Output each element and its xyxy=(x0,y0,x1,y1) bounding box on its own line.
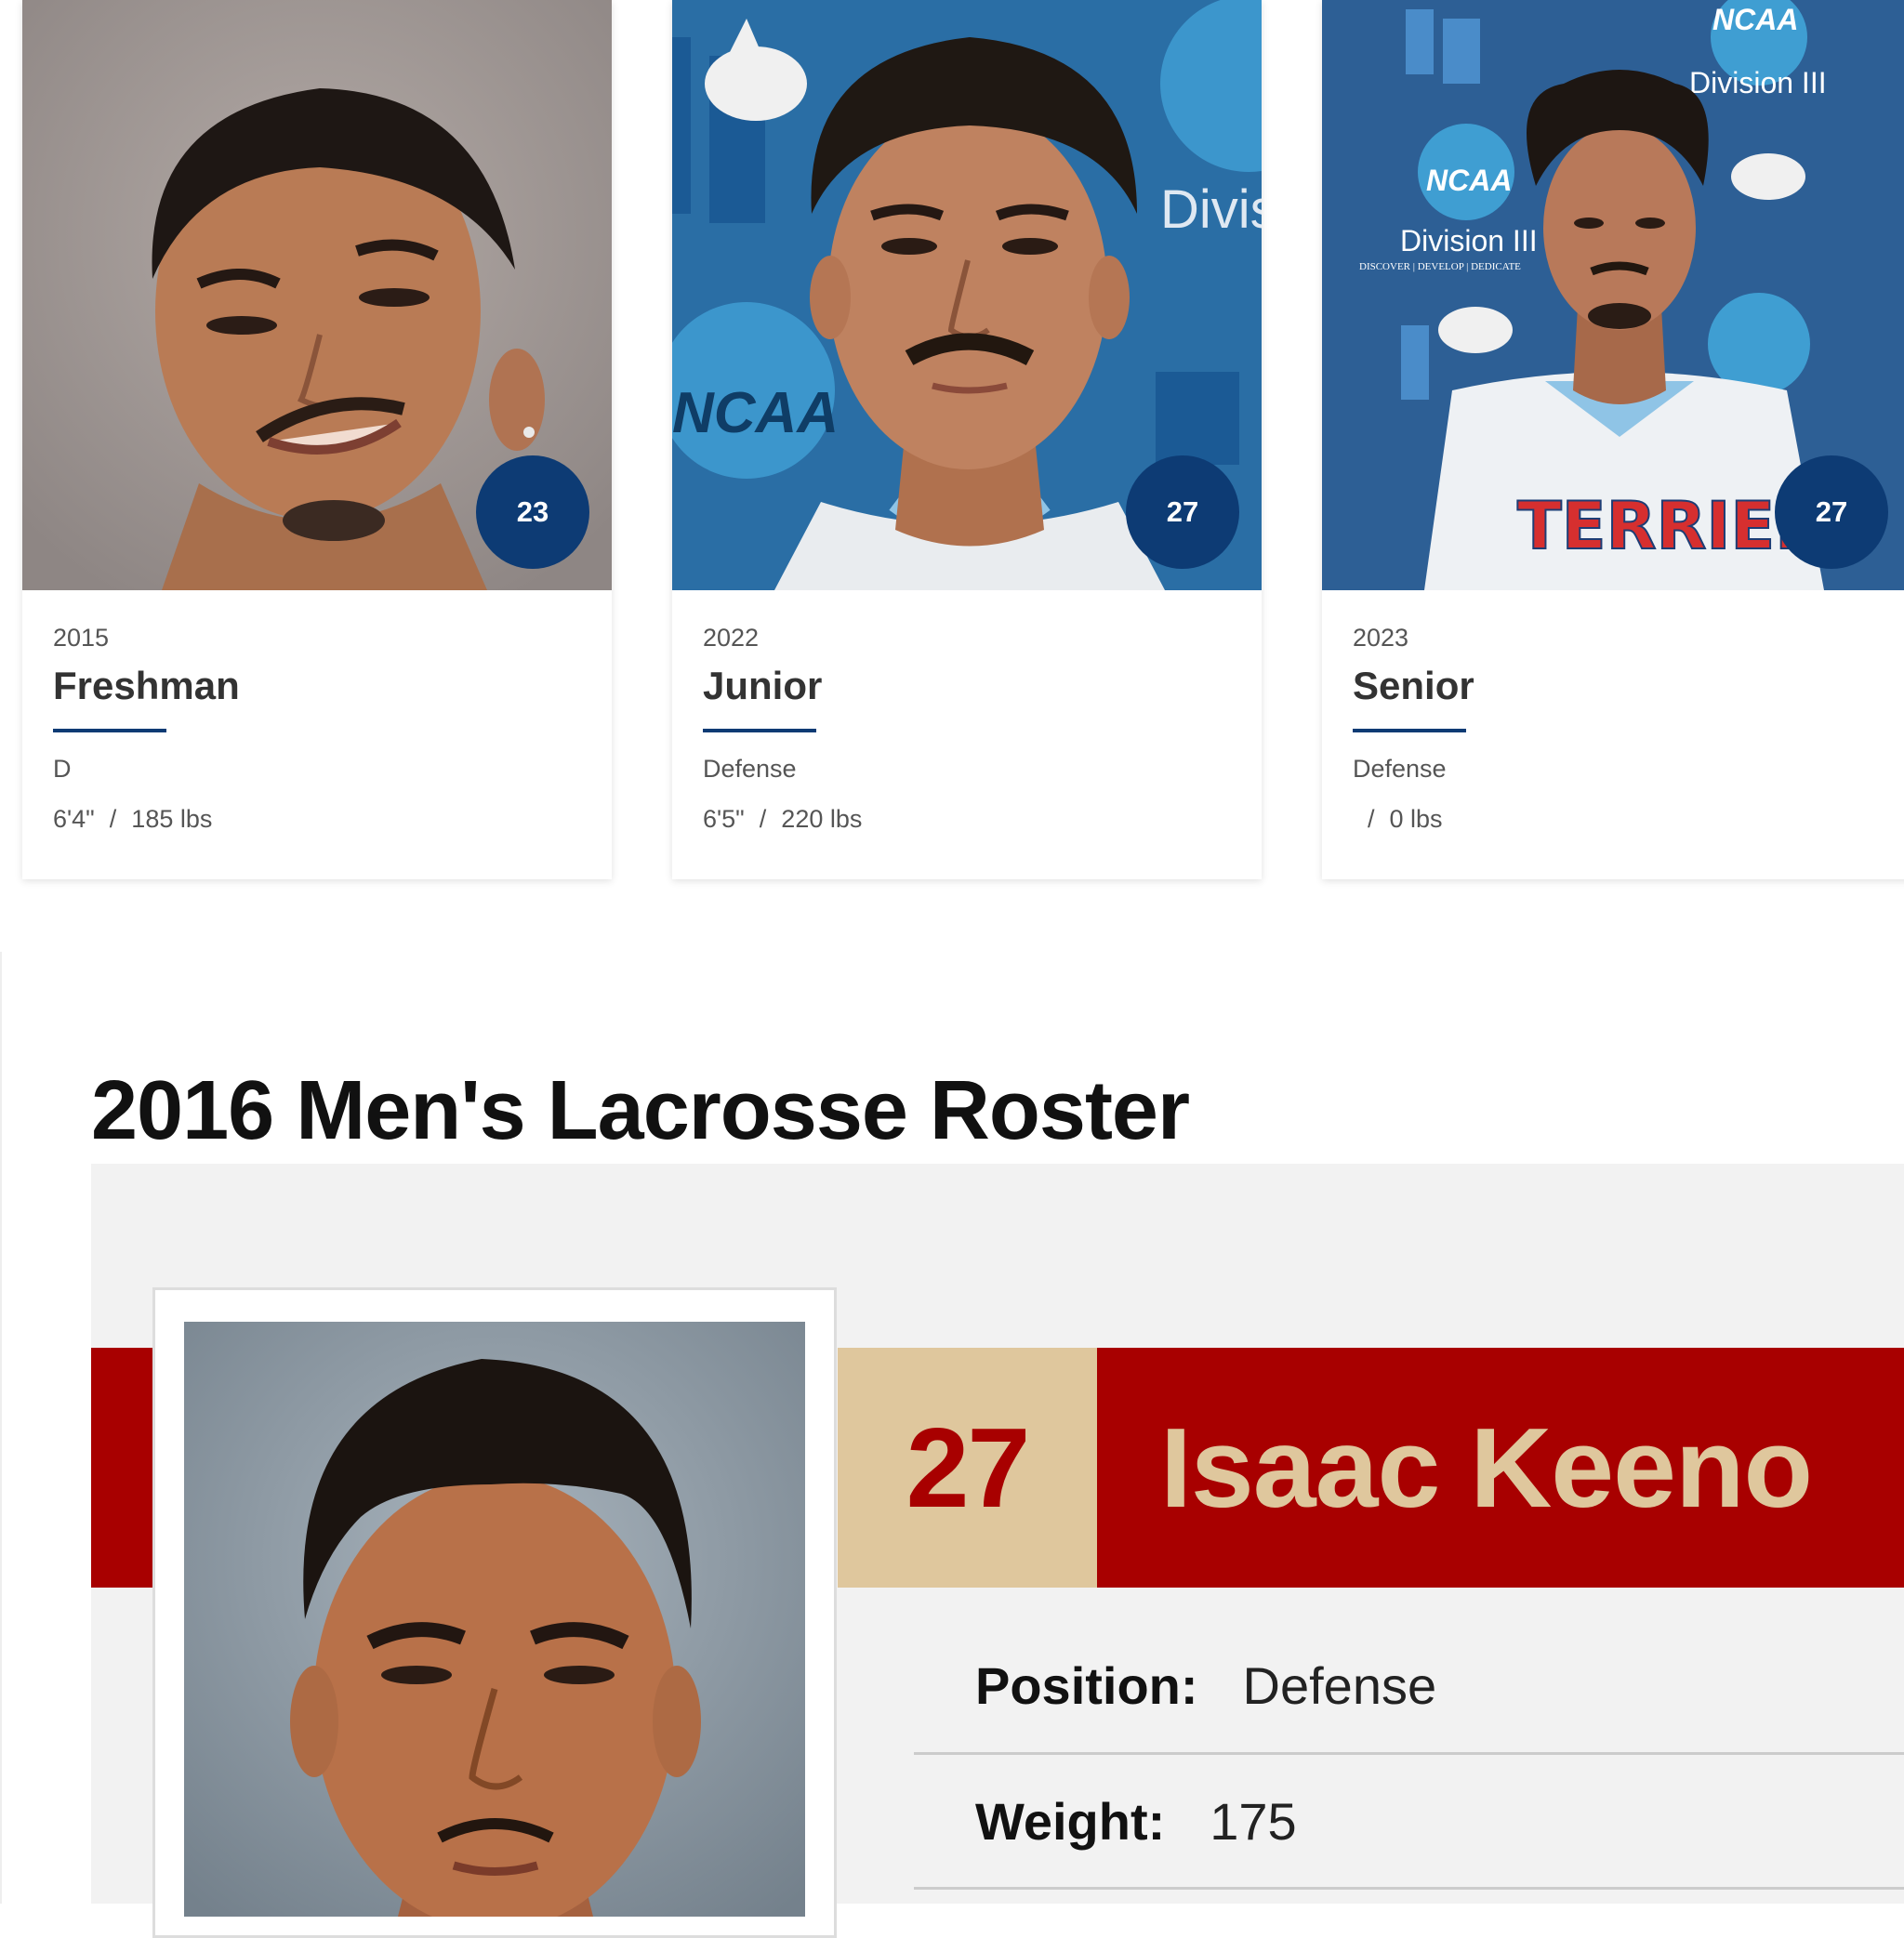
card-info: 2022 Junior Defense 6'5" / 220 lbs xyxy=(703,621,1243,835)
photo-ncaa-text: NCAA xyxy=(672,381,839,445)
info-row-weight: Weight: 175 xyxy=(914,1755,1904,1890)
player-name: Isaac Keeno xyxy=(1097,1348,1904,1588)
card-info: 2023 Senior Defense / 0 lbs xyxy=(1353,621,1898,835)
player-position: D xyxy=(53,755,72,783)
history-card-2015[interactable]: 23 2015 Freshman D 6'4" / 185 lbs xyxy=(22,0,612,879)
photo-division-text: Division III xyxy=(1400,224,1538,257)
player-height: 6'4" xyxy=(53,805,95,833)
card-info: 2015 Freshman D 6'4" / 185 lbs xyxy=(53,621,593,835)
page-title: 2016 Men's Lacrosse Roster xyxy=(91,1064,1190,1158)
player-weight: 0 lbs xyxy=(1389,805,1443,833)
player-position: Defense xyxy=(703,755,797,783)
name-banner-left xyxy=(91,1348,152,1588)
position-label: Position: xyxy=(975,1656,1198,1715)
position-value: Defense xyxy=(1242,1656,1437,1715)
info-row-position: Position: Defense xyxy=(914,1619,1904,1755)
season-year: 2023 xyxy=(1353,624,1409,652)
svg-text:Divis: Divis xyxy=(1160,179,1262,240)
height-weight: 6'5" / 220 lbs xyxy=(703,803,1243,835)
title-underline xyxy=(703,729,816,732)
history-card-2022[interactable]: NCAA Divis xyxy=(672,0,1262,879)
size-separator: / xyxy=(1368,805,1375,833)
height-weight: / 0 lbs xyxy=(1353,803,1898,835)
jersey-number-badge: 23 xyxy=(476,455,589,569)
page-divider xyxy=(0,952,2,1904)
class-year[interactable]: Freshman xyxy=(53,664,593,708)
jersey-number-badge: 27 xyxy=(1126,455,1239,569)
title-underline xyxy=(1353,729,1466,732)
player-weight: 185 lbs xyxy=(131,805,213,833)
svg-text:NCAA: NCAA xyxy=(1712,3,1798,36)
roster-history-row: 23 2015 Freshman D 6'4" / 185 lbs NCAA Div… xyxy=(0,0,1904,892)
season-year: 2015 xyxy=(53,624,110,652)
height-weight: 6'4" / 185 lbs xyxy=(53,803,593,835)
jersey-number-badge: 27 xyxy=(1775,455,1888,569)
weight-label: Weight: xyxy=(975,1791,1166,1851)
title-underline xyxy=(53,729,166,732)
player-height: 6'5" xyxy=(703,805,745,833)
photo-ncaa-text: NCAA xyxy=(1426,164,1512,197)
player-headshot xyxy=(184,1322,805,1917)
class-year[interactable]: Senior xyxy=(1353,664,1898,708)
size-separator: / xyxy=(759,805,767,833)
svg-text:Division III: Division III xyxy=(1689,66,1827,99)
player-position: Defense xyxy=(1353,755,1447,783)
season-year: 2022 xyxy=(703,624,760,652)
weight-value: 175 xyxy=(1210,1791,1297,1851)
photo-tagline-text: DISCOVER | DEVELOP | DEDICATE xyxy=(1359,261,1521,272)
player-weight: 220 lbs xyxy=(781,805,863,833)
history-card-2023[interactable]: NCAA Division III DISCOVER | DEVELOP | D… xyxy=(1322,0,1904,879)
player-jersey-number: 27 xyxy=(838,1348,1097,1588)
size-separator: / xyxy=(109,805,117,833)
class-year[interactable]: Junior xyxy=(703,664,1243,708)
